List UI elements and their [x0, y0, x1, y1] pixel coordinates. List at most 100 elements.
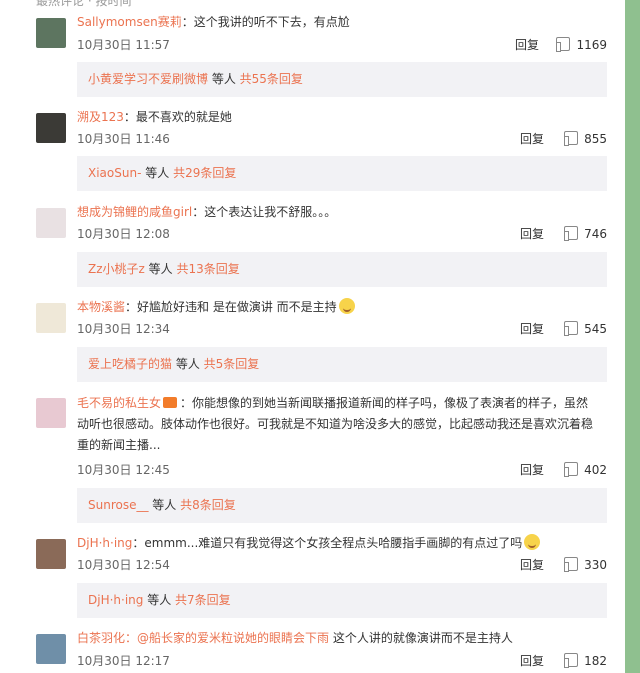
replies-text: 等人: [172, 357, 204, 371]
like-count: 330: [584, 558, 607, 572]
reply-user-link[interactable]: Zz小桃子z: [88, 262, 145, 276]
comment-body-line2: 动听也很感动。肢体动作也很好。可我就是不知道为啥没多大的感觉，比起感动我还是喜欢…: [77, 417, 594, 431]
thumbs-up-icon: [564, 462, 579, 477]
mention-link[interactable]: ：@船长家的爱米粒说她的眼睛会下雨: [125, 631, 329, 645]
thinking-emoji-icon: [524, 534, 541, 550]
replies-count-link[interactable]: 共5条回复: [204, 357, 260, 371]
username-link[interactable]: 想成为锦鲤的咸鱼girl: [77, 205, 192, 219]
timestamp: 10月30日 11:57: [77, 38, 170, 52]
username-link[interactable]: DjH·h·ing: [77, 536, 132, 550]
reply-user-link[interactable]: 小黄爱学习不爱刷微博: [88, 72, 208, 86]
thumbs-up-icon: [564, 226, 579, 241]
reply-button[interactable]: 回复: [520, 320, 544, 338]
like-button[interactable]: 182: [564, 652, 607, 670]
timestamp: 10月30日 12:17: [77, 654, 170, 668]
timestamp: 10月30日 11:46: [77, 132, 170, 146]
like-count: 855: [584, 132, 607, 146]
avatar[interactable]: [36, 303, 66, 333]
timestamp: 10月30日 12:34: [77, 322, 170, 336]
replies-summary[interactable]: DjH·h·ing 等人 共7条回复: [77, 583, 607, 618]
replies-count-link[interactable]: 共29条回复: [173, 166, 236, 180]
reply-button[interactable]: 回复: [520, 652, 544, 670]
header-cut-text: 最热评论 · 按时间: [36, 0, 132, 8]
replies-summary[interactable]: XiaoSun- 等人 共29条回复: [77, 156, 607, 191]
reply-user-link[interactable]: Sunrose__: [88, 498, 148, 512]
like-button[interactable]: 855: [564, 130, 607, 148]
comment-panel: 最热评论 · 按时间 Sallymomsen赛莉：这个我讲的听不下去，有点尬 1…: [0, 0, 625, 673]
comment-body: ：最不喜欢的就是她: [123, 110, 232, 124]
vip-badge-icon: [163, 397, 178, 408]
replies-summary[interactable]: Sunrose__ 等人 共8条回复: [77, 488, 607, 523]
comment-text: 溯及123：最不喜欢的就是她: [77, 108, 607, 127]
reply-button[interactable]: 回复: [515, 36, 539, 54]
like-count: 746: [584, 227, 607, 241]
comment-meta: 10月30日 12:08 回复 746: [77, 225, 607, 243]
username-link[interactable]: 本物溪酱: [77, 300, 125, 314]
reply-user-link[interactable]: XiaoSun-: [88, 166, 141, 180]
like-button[interactable]: 330: [564, 556, 607, 574]
comment-text: 毛不易的私生女 ：你能想像的到她当新闻联播报道新闻的样子吗，像极了表演者的样子，虽…: [77, 393, 607, 456]
timestamp: 10月30日 12:54: [77, 558, 170, 572]
reply-button[interactable]: 回复: [520, 556, 544, 574]
reply-button[interactable]: 回复: [520, 130, 544, 148]
comment-meta: 10月30日 12:17 回复 182: [77, 652, 607, 670]
replies-text: 等人: [141, 166, 174, 180]
username-link[interactable]: 毛不易的私生女: [77, 396, 161, 410]
avatar[interactable]: [36, 113, 66, 143]
comment-meta: 10月30日 11:57 回复 1169: [77, 36, 607, 54]
comment-meta: 10月30日 12:54 回复 330: [77, 556, 607, 574]
like-button[interactable]: 545: [564, 320, 607, 338]
comment-body: ：emmm...难道只有我觉得这个女孩全程点头哈腰指手画脚的有点过了吗: [132, 536, 523, 550]
comment-body: ：你能想像的到她当新闻联播报道新闻的样子吗，像极了表演者的样子，虽然: [180, 396, 589, 410]
avatar[interactable]: [36, 539, 66, 569]
replies-count-link[interactable]: 共7条回复: [175, 593, 231, 607]
comment-body: 这个人讲的就像演讲而不是主持人: [329, 631, 513, 645]
thumbs-up-icon: [564, 653, 579, 668]
username-link[interactable]: Sallymomsen赛莉: [77, 15, 182, 29]
timestamp: 10月30日 12:08: [77, 227, 170, 241]
reply-user-link[interactable]: DjH·h·ing: [88, 593, 143, 607]
thumbs-up-icon: [556, 37, 571, 52]
comment-meta: 10月30日 12:34 回复 545: [77, 320, 607, 338]
comment-text: 想成为锦鲤的咸鱼girl：这个表达让我不舒服。。。: [77, 203, 607, 222]
replies-text: 等人: [208, 72, 240, 86]
replies-count-link[interactable]: 共13条回复: [176, 262, 239, 276]
like-count: 545: [584, 322, 607, 336]
replies-summary[interactable]: 爱上吃橘子的猫 等人 共5条回复: [77, 347, 607, 382]
comment-text: 白茶羽化：@船长家的爱米粒说她的眼睛会下雨 这个人讲的就像演讲而不是主持人: [77, 629, 607, 648]
replies-text: 等人: [144, 262, 177, 276]
replies-text: 等人: [143, 593, 176, 607]
replies-summary[interactable]: 小黄爱学习不爱刷微博 等人 共55条回复: [77, 62, 607, 97]
comment-text: 本物溪酱：好尴尬好违和 是在做演讲 而不是主持: [77, 298, 607, 317]
like-count: 182: [584, 654, 607, 668]
like-count: 402: [584, 463, 607, 477]
replies-count-link[interactable]: 共55条回复: [240, 72, 303, 86]
like-button[interactable]: 746: [564, 225, 607, 243]
reply-button[interactable]: 回复: [520, 461, 544, 479]
like-button[interactable]: 402: [564, 461, 607, 479]
laughing-crying-emoji-icon: [338, 298, 355, 314]
comment-body-line3: 重的新闻主播...: [77, 438, 161, 452]
comment-meta: 10月30日 11:46 回复 855: [77, 130, 607, 148]
replies-summary[interactable]: Zz小桃子z 等人 共13条回复: [77, 252, 607, 287]
comment-text: Sallymomsen赛莉：这个我讲的听不下去，有点尬: [77, 13, 607, 32]
thumbs-up-icon: [564, 131, 579, 146]
thumbs-up-icon: [564, 557, 579, 572]
thumbs-up-icon: [564, 321, 579, 336]
replies-count-link[interactable]: 共8条回复: [180, 498, 236, 512]
comment-meta: 10月30日 12:45 回复 402: [77, 461, 607, 479]
comment-body: ：这个我讲的听不下去，有点尬: [181, 15, 350, 29]
comment-body: ：这个表达让我不舒服。。。: [192, 205, 337, 219]
reply-button[interactable]: 回复: [520, 225, 544, 243]
comment-body: ：好尴尬好违和 是在做演讲 而不是主持: [125, 300, 337, 314]
like-button[interactable]: 1169: [556, 36, 607, 54]
avatar[interactable]: [36, 634, 66, 664]
avatar[interactable]: [36, 398, 66, 428]
avatar[interactable]: [36, 18, 66, 48]
reply-user-link[interactable]: 爱上吃橘子的猫: [88, 357, 172, 371]
username-link[interactable]: 白茶羽化: [77, 631, 125, 645]
avatar[interactable]: [36, 208, 66, 238]
replies-text: 等人: [148, 498, 181, 512]
like-count: 1169: [576, 38, 607, 52]
username-link[interactable]: 溯及123: [77, 110, 124, 124]
